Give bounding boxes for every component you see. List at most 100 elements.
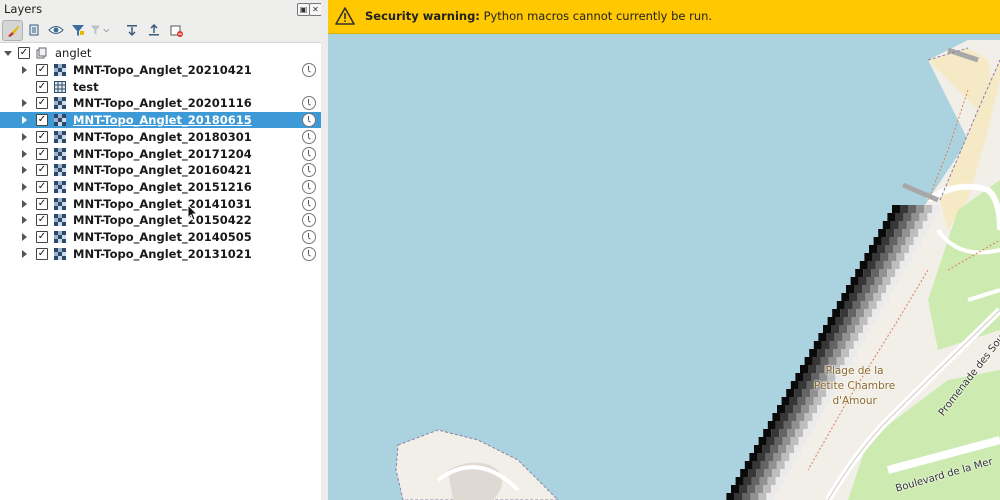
dem-cell [887,213,896,221]
layer-checkbox[interactable]: ✓ [36,164,48,177]
dem-cell [924,205,932,213]
dem-cell [764,469,773,477]
layer-checkbox[interactable]: ✓ [36,197,48,210]
layer-row[interactable]: ✓ MNT-Topo_Anglet_20131021 [0,246,321,262]
dem-cell [905,237,914,245]
layer-row[interactable]: ✓ MNT-Topo_Anglet_20160421 [0,162,321,178]
dem-cell [831,325,839,333]
security-warning-banner: Security warning: Python macros cannot c… [328,0,1000,34]
dem-cell [885,245,893,253]
layer-row[interactable]: ✓ MNT-Topo_Anglet_20201116 [0,95,321,111]
panel-splitter[interactable] [321,0,328,500]
expand-arrow-icon[interactable] [22,233,27,241]
collapse-arrow-icon[interactable] [4,51,12,56]
expand-arrow-icon[interactable] [22,166,27,175]
dem-cell [768,461,777,469]
layer-checkbox[interactable]: ✓ [36,147,48,160]
layer-row[interactable]: ✓ MNT-Topo_Anglet_20150422 [0,212,321,228]
dem-cell [790,381,799,389]
expand-arrow-icon[interactable] [22,199,27,208]
dem-cell [747,485,755,493]
expand-arrow-icon[interactable] [22,116,27,125]
temporal-clock-icon[interactable] [302,196,316,211]
raster-layer-icon [54,97,66,110]
map-canvas[interactable]: Plage de la Petite Chambre d'Amour Prome… [328,0,1000,500]
dem-cell [879,269,888,277]
layers-panel-titlebar: Layers ▣ ✕ [0,0,322,18]
temporal-clock-icon[interactable] [302,246,316,261]
layer-label: MNT-Topo_Anglet_20141031 [73,196,252,211]
dem-cell [743,477,752,485]
visibility-eye-icon[interactable] [46,20,66,40]
expand-arrow-icon[interactable] [22,99,27,108]
layer-row[interactable]: ✓ MNT-Topo_Anglet_20171204 [0,146,321,162]
layer-checkbox[interactable]: ✓ [36,247,48,260]
layer-checkbox[interactable]: ✓ [36,114,48,127]
dem-cell [892,205,900,213]
expand-arrow-icon[interactable] [22,182,27,191]
layer-checkbox[interactable]: ✓ [36,130,48,143]
dem-cell [855,325,863,333]
expand-arrow-icon[interactable] [22,216,27,225]
temporal-clock-icon[interactable] [302,63,316,77]
layer-checkbox[interactable]: ✓ [36,97,48,110]
expand-all-icon[interactable] [122,20,142,40]
layer-row[interactable]: ✓ MNT-Topo_Anglet_20180615 [0,112,321,129]
dem-cell [809,349,818,357]
dem-cell [772,413,781,421]
dem-cell [850,277,859,285]
temporal-clock-icon[interactable] [302,213,316,228]
filter-legend-icon[interactable] [90,20,110,40]
dem-cell [857,293,866,301]
layer-checkbox[interactable]: ✓ [36,80,48,93]
collapse-all-icon[interactable] [144,20,164,40]
layer-checkbox[interactable]: ✓ [36,231,48,243]
dem-cell [750,493,759,500]
dem-cell [864,253,873,261]
group-checkbox[interactable]: ✓ [18,47,30,59]
layer-checkbox[interactable]: ✓ [36,214,48,227]
filter-icon[interactable] [68,20,88,40]
dem-cell [875,261,884,269]
remove-layer-icon[interactable] [166,20,186,40]
layer-group-anglet[interactable]: ✓ anglet [0,45,321,61]
expand-arrow-icon[interactable] [22,66,27,74]
group-label: anglet [55,46,92,60]
style-brush-icon[interactable] [2,20,23,41]
dem-cell [834,333,843,341]
layer-checkbox[interactable]: ✓ [36,64,48,76]
temporal-clock-icon[interactable] [302,146,316,161]
layer-row[interactable]: ✓ MNT-Topo_Anglet_20210421 [0,62,321,78]
warning-message: Security warning: Python macros cannot c… [365,9,712,23]
dem-cell [841,293,850,301]
dem-cell [755,485,763,493]
dem-cell [918,229,927,237]
dem-cell [813,341,822,349]
warning-title: Security warning: [365,9,480,23]
dem-cell [805,397,814,405]
dem-cell [790,437,799,445]
dem-cell [897,237,906,245]
dem-cell [798,381,807,389]
dem-cell [859,261,868,269]
layer-row[interactable]: ✓ MNT-Topo_Anglet_20180301 [0,129,321,145]
layer-row[interactable]: ✓ MNT-Topo_Anglet_20151216 [0,179,321,195]
expand-arrow-icon[interactable] [22,149,27,158]
temporal-clock-icon[interactable] [302,230,316,244]
layer-label: MNT-Topo_Anglet_20171204 [73,146,252,161]
layer-checkbox[interactable]: ✓ [36,180,48,193]
raster-layer-icon [54,231,66,243]
temporal-clock-icon[interactable] [302,113,316,128]
temporal-clock-icon[interactable] [302,96,316,111]
expand-arrow-icon[interactable] [22,132,27,141]
dem-cell [922,221,931,229]
expand-arrow-icon[interactable] [22,249,27,258]
temporal-clock-icon[interactable] [302,179,316,194]
temporal-clock-icon[interactable] [302,163,316,178]
layer-row[interactable]: ✓ MNT-Topo_Anglet_20141031 [0,196,321,212]
layer-row[interactable]: ✓ test [0,79,321,95]
add-group-icon[interactable] [24,20,44,40]
layer-row[interactable]: ✓ MNT-Topo_Anglet_20140505 [0,229,321,245]
temporal-clock-icon[interactable] [302,129,316,144]
dem-cell [791,421,800,429]
